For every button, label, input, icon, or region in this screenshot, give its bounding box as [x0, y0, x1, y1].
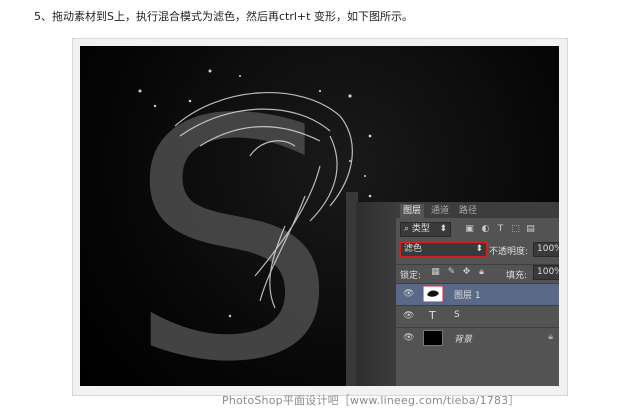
lock-icon: 🔒︎ [548, 332, 553, 342]
blend-mode-label: 滤色 [404, 244, 423, 254]
instruction-text: 5、拖动素材到S上，执行混合模式为滤色，然后再ctrl+t 变形，如下图所示。 [34, 10, 413, 23]
lock-all-icon[interactable]: 🔒︎ [476, 267, 487, 278]
opacity-label: 不透明度: [489, 247, 529, 257]
blend-row: 滤色 ⬍ 不透明度: 100% [396, 242, 559, 258]
dock-collapsed-column [356, 202, 396, 386]
layer-thumbnail-splash [423, 286, 443, 302]
visibility-eye-icon[interactable]: 👁︎ [403, 333, 414, 343]
smart-object-filter-icon[interactable]: ▤ [525, 224, 536, 235]
layer-row-background[interactable]: 👁︎ 背景 🔒︎ [396, 327, 559, 349]
image-filter-icon[interactable]: ▣ [464, 224, 475, 235]
filter-kind-dropdown[interactable]: ⌕ 类型 ⬍ [400, 222, 451, 237]
visibility-eye-icon[interactable]: 👁︎ [403, 311, 414, 321]
filter-kind-label: 类型 [411, 224, 430, 234]
layers-panel: 图层 通道 路径 ⌕ 类型⬍ ▣ ◐ T ⬚ ▤ 滤色⬍ 不透明度: 100% … [396, 202, 559, 386]
lock-label: 锁定: [400, 271, 422, 281]
filter-row: ⌕ 类型 ⬍ ▣ ◐ T ⬚ ▤ [396, 222, 559, 237]
blend-mode-dropdown[interactable]: 滤色 ⬍ [400, 242, 487, 257]
visibility-eye-icon[interactable]: 👁︎ [403, 289, 414, 299]
type-filter-icon[interactable]: T [495, 224, 506, 235]
chevron-down-icon: ⬍ [475, 244, 483, 254]
lock-paint-icon[interactable]: ✎ [446, 267, 457, 278]
opacity-field[interactable]: 100% [533, 242, 559, 257]
lock-transparent-icon[interactable]: ▦ [430, 267, 441, 278]
adjustment-filter-icon[interactable]: ◐ [480, 224, 491, 235]
layer-name: 背景 [454, 335, 473, 345]
canvas-letter-s: S [128, 50, 337, 386]
fill-field[interactable]: 100% [533, 265, 559, 280]
watermark: PhotoShop平面设计吧［www.lineeg.com/tieba/1783… [222, 394, 520, 407]
fill-label: 填充: [506, 271, 528, 281]
layer-row-image[interactable]: 👁︎ 图层 1 [396, 283, 559, 305]
tab-paths[interactable]: 路径 [456, 204, 480, 218]
layer-name: 图层 1 [454, 291, 481, 301]
chevron-down-icon: ⬍ [439, 224, 447, 234]
layer-name: S [454, 310, 460, 320]
tab-layers[interactable]: 图层 [400, 204, 425, 218]
tab-channels[interactable]: 通道 [428, 204, 452, 218]
search-icon: ⌕ [404, 224, 412, 234]
panel-empty-area [396, 350, 559, 386]
layer-row-text[interactable]: 👁︎ T S [396, 305, 559, 327]
lock-row: 锁定: ▦ ✎ ✥ 🔒︎ 填充: 100% [396, 264, 559, 281]
text-layer-icon: T [429, 309, 436, 322]
layer-thumbnail-background [423, 330, 443, 346]
shape-filter-icon[interactable]: ⬚ [510, 224, 521, 235]
panel-tabs: 图层 通道 路径 [396, 202, 559, 218]
lock-position-icon[interactable]: ✥ [461, 267, 472, 278]
